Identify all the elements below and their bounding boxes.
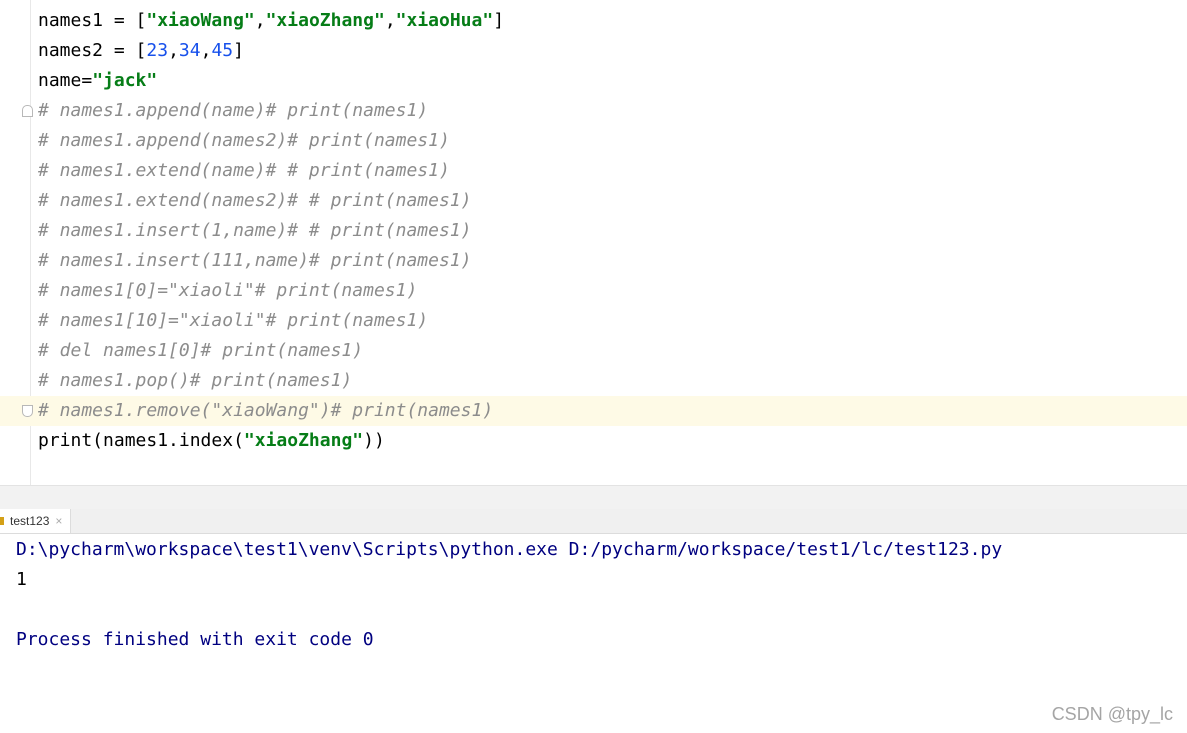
- code-line[interactable]: # names1.insert(1,name)# # print(names1): [0, 216, 1187, 246]
- console-command-line: D:\pycharm\workspace\test1\venv\Scripts\…: [16, 539, 1003, 560]
- comment-token: # names1.append(names2)# print(names1): [38, 130, 450, 151]
- code-line[interactable]: # names1.append(names2)# print(names1): [0, 126, 1187, 156]
- code-token: ]: [233, 40, 244, 61]
- code-token: names1 = [: [38, 10, 147, 31]
- editor-bottom-strip: [0, 485, 1187, 510]
- number-token: 34: [178, 40, 201, 61]
- comment-token: # names1.insert(111,name)# print(names1): [38, 250, 472, 271]
- comment-token: # del names1[0]# print(names1): [38, 340, 364, 361]
- code-token: ]: [493, 10, 505, 31]
- code-line[interactable]: # del names1[0]# print(names1): [0, 336, 1187, 366]
- string-token: "xiaoZhang": [265, 10, 385, 31]
- number-token: 23: [146, 40, 169, 61]
- python-file-icon: [0, 517, 4, 525]
- code-token: ,: [254, 10, 266, 31]
- console-exit-message: Process finished with exit code 0: [16, 629, 374, 650]
- string-token: "jack": [92, 70, 158, 91]
- run-tab-label: test123: [10, 514, 50, 528]
- comment-token: # names1[0]="xiaoli"# print(names1): [38, 280, 418, 301]
- code-token: )): [363, 430, 385, 451]
- code-token: name=: [38, 70, 93, 91]
- close-icon[interactable]: ×: [55, 514, 62, 528]
- fold-marker-icon[interactable]: [22, 405, 33, 417]
- comment-token: # names1.remove("xiaoWang")# print(names…: [38, 400, 494, 421]
- comment-token: # names1[10]="xiaoli"# print(names1): [38, 310, 429, 331]
- code-line[interactable]: # names1.pop()# print(names1): [0, 366, 1187, 396]
- console-output-line: 1: [16, 569, 27, 590]
- watermark: CSDN @tpy_lc: [1051, 704, 1173, 724]
- code-editor[interactable]: names1 = ["xiaoWang","xiaoZhang","xiaoHu…: [0, 0, 1187, 485]
- code-line[interactable]: # names1.insert(111,name)# print(names1): [0, 246, 1187, 276]
- code-line[interactable]: # names1.append(name)# print(names1): [0, 96, 1187, 126]
- comment-token: # names1.extend(name)# # print(names1): [38, 160, 450, 181]
- code-line[interactable]: # names1[0]="xiaoli"# print(names1): [0, 276, 1187, 306]
- run-console[interactable]: D:\pycharm\workspace\test1\venv\Scripts\…: [0, 535, 1187, 733]
- code-line[interactable]: # names1.remove("xiaoWang")# print(names…: [0, 396, 1187, 426]
- comment-token: # names1.insert(1,name)# # print(names1): [38, 220, 472, 241]
- fold-marker-icon[interactable]: [22, 105, 33, 117]
- code-line[interactable]: names1 = ["xiaoWang","xiaoZhang","xiaoHu…: [0, 6, 1187, 36]
- code-token: ,: [168, 40, 179, 61]
- string-token: "xiaoHua": [395, 10, 494, 31]
- code-token: print(names1.index(: [38, 430, 244, 451]
- code-line[interactable]: # names1.extend(names2)# # print(names1): [0, 186, 1187, 216]
- run-tool-window-header: test123 ×: [0, 509, 1187, 534]
- code-line[interactable]: name="jack": [0, 66, 1187, 96]
- code-token: names2 = [: [38, 40, 147, 61]
- code-line[interactable]: # names1.extend(name)# # print(names1): [0, 156, 1187, 186]
- run-tab-test123[interactable]: test123 ×: [0, 509, 72, 533]
- code-line[interactable]: # names1[10]="xiaoli"# print(names1): [0, 306, 1187, 336]
- code-area[interactable]: names1 = ["xiaoWang","xiaoZhang","xiaoHu…: [0, 6, 1187, 456]
- string-token: "xiaoZhang": [243, 430, 364, 451]
- comment-token: # names1.pop()# print(names1): [38, 370, 353, 391]
- code-line[interactable]: print(names1.index("xiaoZhang")): [0, 426, 1187, 456]
- code-token: ,: [200, 40, 212, 61]
- code-line[interactable]: names2 = [23,34,45]: [0, 36, 1187, 66]
- number-token: 45: [211, 40, 234, 61]
- string-token: "xiaoWang": [146, 10, 255, 31]
- code-token: ,: [384, 10, 396, 31]
- comment-token: # names1.extend(names2)# # print(names1): [38, 190, 472, 211]
- comment-token: # names1.append(name)# print(names1): [38, 100, 429, 121]
